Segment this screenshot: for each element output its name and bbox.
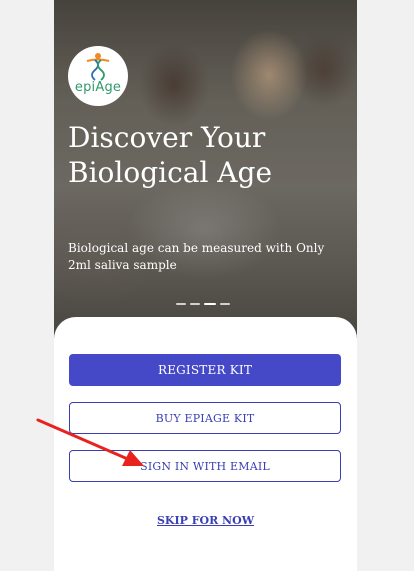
app-screen: epiAge Discover Your Biological Age Biol… — [54, 0, 357, 571]
carousel-dot-active[interactable] — [204, 303, 216, 305]
carousel-indicator[interactable] — [176, 303, 230, 305]
carousel-dot[interactable] — [220, 303, 230, 305]
dna-person-logo-icon — [86, 53, 110, 81]
app-logo: epiAge — [68, 46, 128, 106]
register-kit-button[interactable]: REGISTER KIT — [69, 354, 341, 386]
hero-title: Discover Your Biological Age — [68, 121, 273, 189]
carousel-dot[interactable] — [176, 303, 186, 305]
logo-text: epiAge — [74, 80, 122, 95]
carousel-dot[interactable] — [190, 303, 200, 305]
hero-subtitle: Biological age can be measured with Only… — [68, 241, 325, 272]
red-arrow-icon — [36, 418, 144, 466]
hero-image: epiAge Discover Your Biological Age Biol… — [54, 0, 357, 340]
skip-link[interactable]: SKIP FOR NOW — [54, 514, 357, 527]
